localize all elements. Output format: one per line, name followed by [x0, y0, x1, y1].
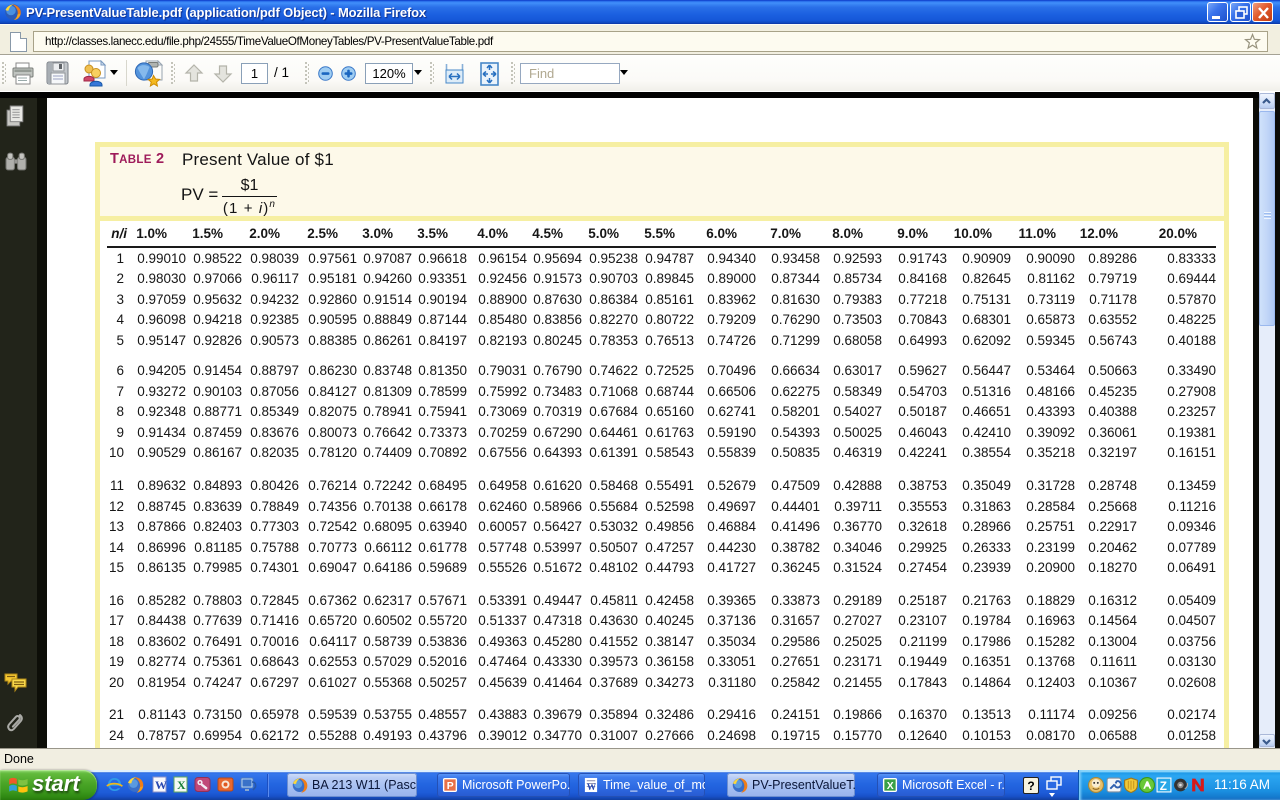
svg-text:W: W — [587, 783, 597, 793]
svg-text:X: X — [887, 781, 894, 792]
svg-text:X: X — [177, 778, 186, 792]
svg-text:W: W — [155, 778, 167, 792]
svg-text:Z: Z — [1160, 779, 1167, 792]
svg-text:P: P — [447, 781, 454, 792]
